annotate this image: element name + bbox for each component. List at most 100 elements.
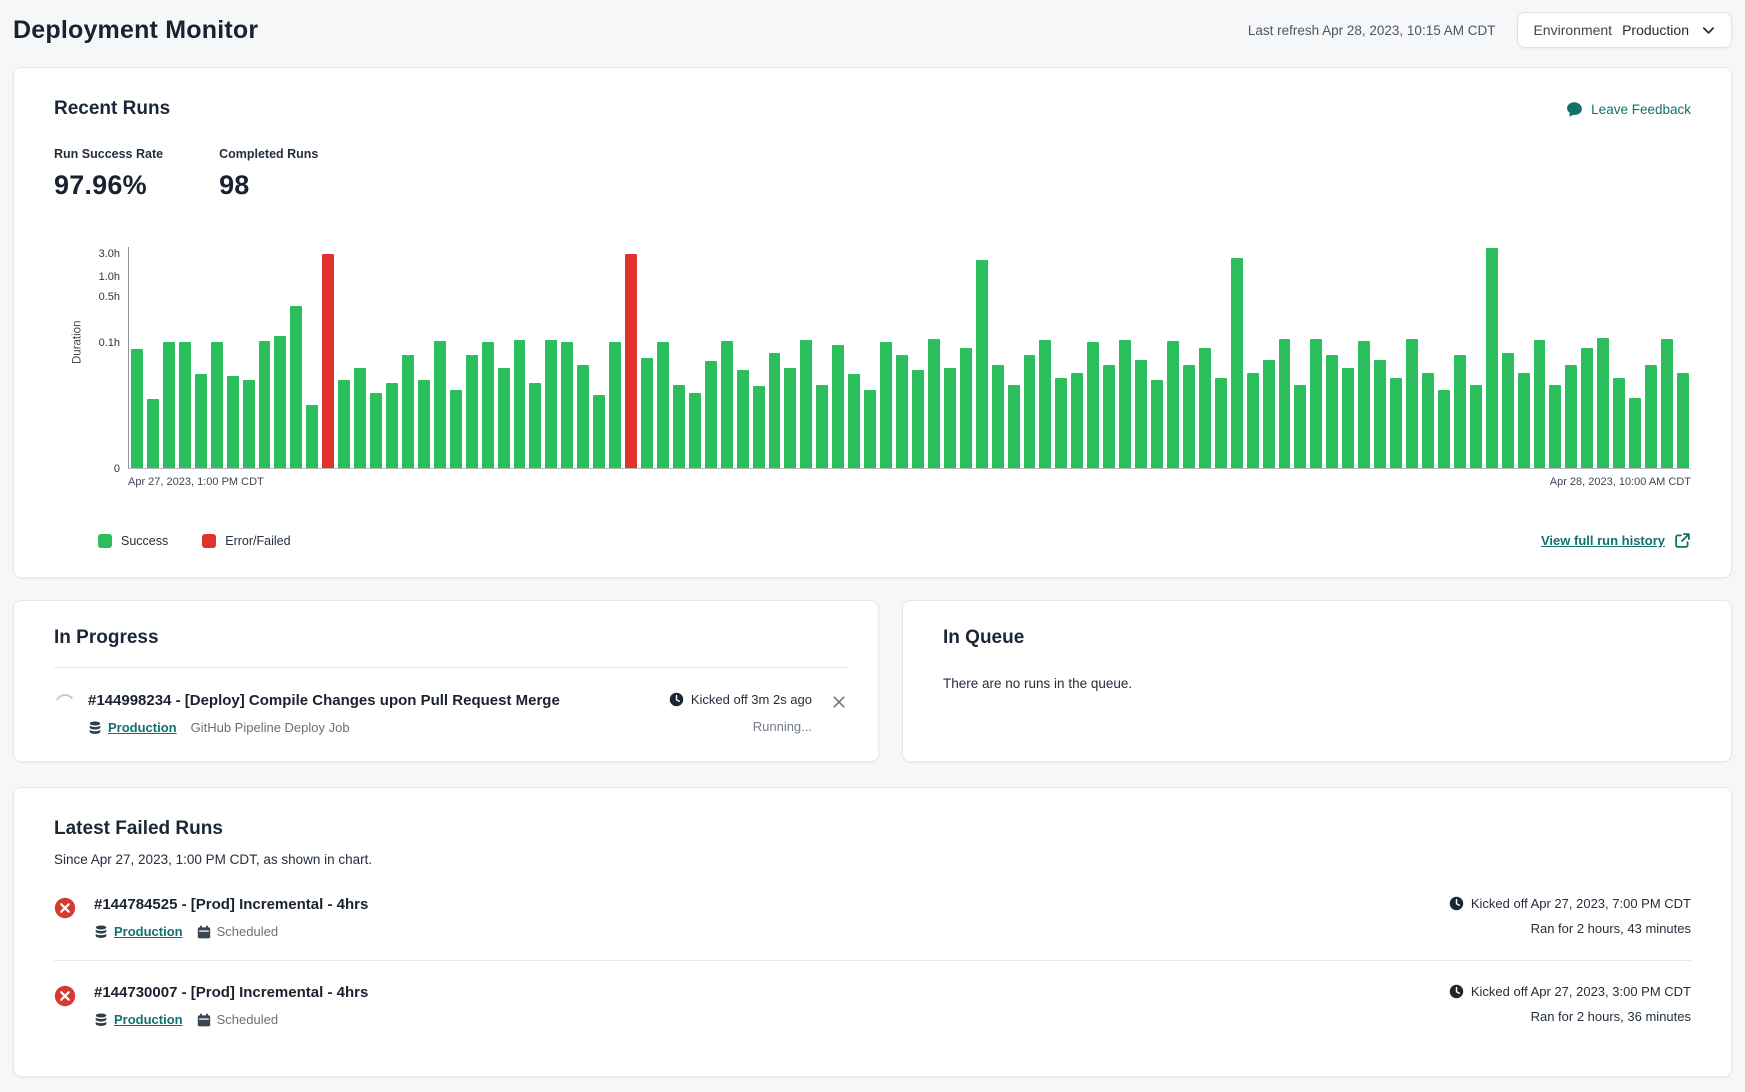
run-bar[interactable]: [1183, 365, 1195, 468]
run-bar[interactable]: [1534, 340, 1546, 468]
run-bar[interactable]: [721, 341, 733, 468]
run-bar[interactable]: [609, 342, 621, 468]
run-bar[interactable]: [290, 306, 302, 468]
run-bar[interactable]: [1231, 258, 1243, 468]
run-bar[interactable]: [625, 254, 637, 468]
run-bar[interactable]: [227, 376, 239, 468]
production-link[interactable]: Production: [114, 924, 183, 939]
run-bar[interactable]: [306, 405, 318, 468]
run-bar[interactable]: [657, 342, 669, 468]
run-bar[interactable]: [402, 355, 414, 468]
run-bar[interactable]: [195, 374, 207, 468]
run-bar[interactable]: [992, 365, 1004, 468]
run-bar[interactable]: [561, 342, 573, 468]
run-bar[interactable]: [1406, 339, 1418, 468]
run-bar[interactable]: [1613, 378, 1625, 468]
run-bar[interactable]: [1597, 338, 1609, 468]
run-bar[interactable]: [1199, 348, 1211, 469]
run-bar[interactable]: [1454, 355, 1466, 468]
run-bar[interactable]: [450, 390, 462, 468]
run-bar[interactable]: [1390, 378, 1402, 468]
run-bar[interactable]: [753, 386, 765, 468]
run-bar[interactable]: [1247, 373, 1259, 468]
run-bar[interactable]: [1342, 368, 1354, 468]
run-bar[interactable]: [1008, 385, 1020, 468]
run-bar[interactable]: [1549, 385, 1561, 468]
run-bar[interactable]: [1470, 385, 1482, 468]
run-bar[interactable]: [912, 370, 924, 468]
run-bar[interactable]: [1565, 365, 1577, 468]
environment-dropdown[interactable]: Environment Production: [1517, 12, 1732, 48]
run-bar[interactable]: [243, 380, 255, 468]
run-bar[interactable]: [880, 342, 892, 468]
run-bar[interactable]: [1103, 365, 1115, 468]
run-bar[interactable]: [944, 368, 956, 468]
run-bar[interactable]: [163, 342, 175, 468]
run-bar[interactable]: [737, 370, 749, 468]
run-bar[interactable]: [816, 385, 828, 468]
run-bar[interactable]: [800, 340, 812, 468]
run-bar[interactable]: [1294, 385, 1306, 468]
run-bar[interactable]: [1310, 339, 1322, 468]
run-bar[interactable]: [960, 348, 972, 469]
run-bar[interactable]: [147, 399, 159, 468]
run-bar[interactable]: [1645, 365, 1657, 468]
dismiss-run-button[interactable]: [830, 693, 848, 714]
run-bar[interactable]: [1358, 341, 1370, 468]
run-bar[interactable]: [1422, 373, 1434, 468]
run-bar[interactable]: [1071, 373, 1083, 468]
run-bar[interactable]: [864, 390, 876, 468]
run-bar[interactable]: [1039, 340, 1051, 468]
production-link[interactable]: Production: [114, 1012, 183, 1027]
run-bar[interactable]: [1438, 390, 1450, 468]
run-bar[interactable]: [1087, 342, 1099, 468]
run-bar[interactable]: [1135, 360, 1147, 468]
run-bar[interactable]: [1502, 353, 1514, 468]
run-bar[interactable]: [593, 395, 605, 468]
run-bar[interactable]: [338, 380, 350, 468]
run-bar[interactable]: [1167, 341, 1179, 468]
run-bar[interactable]: [641, 358, 653, 468]
run-bar[interactable]: [1263, 360, 1275, 468]
run-bar[interactable]: [896, 355, 908, 468]
run-bar[interactable]: [673, 385, 685, 468]
run-bar[interactable]: [1518, 373, 1530, 468]
run-bar[interactable]: [434, 341, 446, 468]
run-bar[interactable]: [848, 374, 860, 468]
run-bar[interactable]: [1326, 355, 1338, 468]
run-bar[interactable]: [211, 342, 223, 468]
run-bar[interactable]: [354, 368, 366, 468]
run-bar[interactable]: [131, 349, 143, 468]
run-bar[interactable]: [545, 340, 557, 468]
run-bar[interactable]: [832, 345, 844, 468]
run-bar[interactable]: [1215, 378, 1227, 468]
run-bar[interactable]: [370, 393, 382, 468]
run-bar[interactable]: [1581, 348, 1593, 469]
run-bar[interactable]: [1119, 340, 1131, 468]
run-bar[interactable]: [274, 336, 286, 468]
production-link[interactable]: Production: [108, 720, 177, 735]
run-bar[interactable]: [1374, 360, 1386, 468]
run-bar[interactable]: [1055, 378, 1067, 468]
run-bar[interactable]: [705, 361, 717, 468]
run-bar[interactable]: [482, 342, 494, 468]
run-bar[interactable]: [386, 383, 398, 468]
run-bar[interactable]: [179, 342, 191, 468]
run-bar[interactable]: [1486, 248, 1498, 468]
run-bar[interactable]: [1661, 339, 1673, 468]
run-bar[interactable]: [928, 339, 940, 468]
run-bar[interactable]: [529, 383, 541, 468]
run-bar[interactable]: [259, 341, 271, 468]
run-bar[interactable]: [498, 368, 510, 468]
run-bar[interactable]: [514, 340, 526, 468]
run-bar[interactable]: [418, 380, 430, 468]
run-bar[interactable]: [577, 365, 589, 468]
run-bar[interactable]: [1279, 339, 1291, 468]
run-bar[interactable]: [322, 254, 334, 468]
run-bar[interactable]: [1151, 380, 1163, 468]
run-bar[interactable]: [1024, 355, 1036, 468]
leave-feedback-link[interactable]: Leave Feedback: [1566, 101, 1691, 118]
run-bar[interactable]: [466, 355, 478, 468]
run-bar[interactable]: [689, 393, 701, 468]
run-bar[interactable]: [976, 260, 988, 469]
